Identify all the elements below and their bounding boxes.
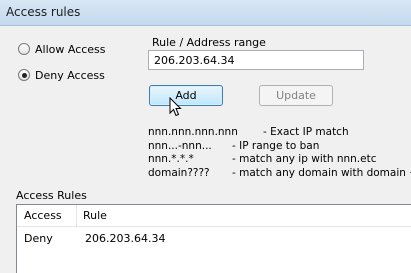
cell-access: Deny [24, 231, 53, 245]
help-row: nnn.*.*.* - match any ip with nnn.etc [148, 153, 411, 167]
table-header: Access Rule [17, 205, 411, 227]
rule-address-input[interactable] [148, 50, 364, 70]
help-description: - match any ip with nnn.etc [232, 153, 377, 165]
access-rules-label: Access Rules [16, 189, 87, 202]
title-bar[interactable]: Access rules [0, 0, 411, 26]
rule-address-range-label: Rule / Address range [152, 36, 266, 49]
help-row: domain???? - match any domain with domai… [148, 167, 411, 181]
window-title: Access rules [6, 5, 81, 19]
access-rules-table[interactable]: Access Rule Deny 206.203.64.34 [16, 204, 411, 273]
help-description: - IP range to ban [232, 139, 320, 152]
radio-button-checked-icon[interactable] [18, 69, 30, 81]
deny-access-label: Deny Access [35, 68, 105, 82]
help-pattern: domain???? [148, 166, 210, 179]
help-pattern: nnn.*.*.* [148, 153, 194, 165]
add-button[interactable]: Add [149, 85, 223, 106]
table-row[interactable]: Deny 206.203.64.34 [17, 227, 411, 249]
help-row: nnn.nnn.nnn.nnn - Exact IP match [148, 126, 411, 140]
help-row: nnn...-nnn... - IP range to ban [148, 140, 411, 154]
allow-access-label: Allow Access [35, 42, 106, 56]
column-header-label: Rule [83, 209, 107, 222]
deny-access-radio[interactable]: Deny Access [18, 67, 105, 83]
update-button[interactable]: Update [259, 85, 333, 106]
allow-access-radio[interactable]: Allow Access [18, 41, 106, 57]
help-pattern: nnn...-nnn... [148, 139, 212, 152]
pattern-help: nnn.nnn.nnn.nnn - Exact IP match nnn...-… [148, 126, 411, 180]
mouse-pointer-icon [169, 97, 182, 117]
help-description: - match any domain with domain + ? [232, 166, 411, 179]
column-header-access[interactable]: Access [17, 205, 77, 226]
help-description: - Exact IP match [263, 126, 349, 138]
radio-button-icon[interactable] [18, 43, 30, 55]
column-header-label: Access [24, 209, 62, 222]
column-header-rule[interactable]: Rule [77, 205, 411, 226]
update-button-label: Update [276, 89, 316, 102]
cell-rule: 206.203.64.34 [85, 231, 166, 245]
help-pattern: nnn.nnn.nnn.nnn [148, 126, 238, 138]
